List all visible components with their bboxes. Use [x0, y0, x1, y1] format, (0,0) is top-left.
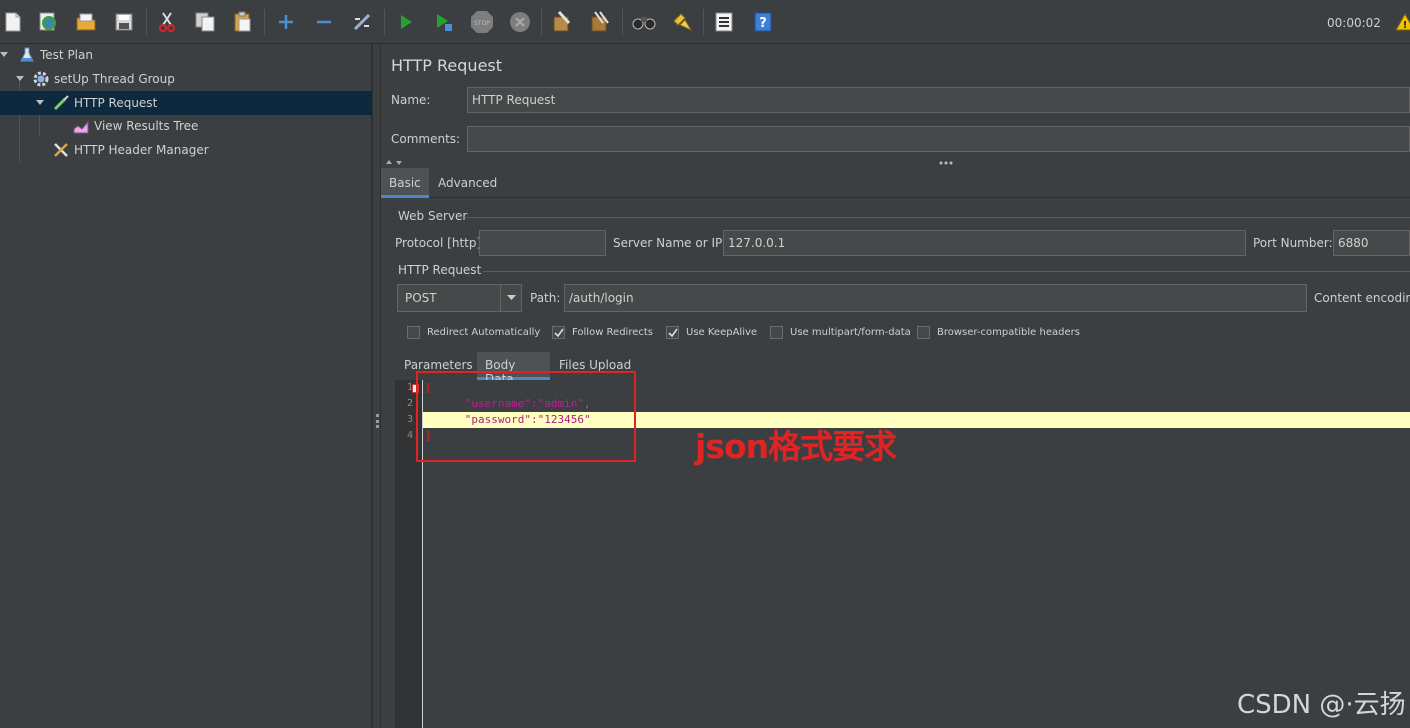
flask-icon	[18, 46, 36, 64]
svg-text:STOP: STOP	[474, 20, 490, 27]
tree-item-label: setUp Thread Group	[54, 72, 175, 86]
test-plan-tree: Test Plan setUp Thread Group HTTP Reques…	[0, 44, 372, 728]
copy-icon[interactable]	[193, 10, 217, 34]
checkbox-box[interactable]	[770, 326, 783, 339]
tree-item-setup-thread-group[interactable]: setUp Thread Group	[0, 68, 372, 90]
comments-field[interactable]	[467, 126, 1410, 152]
checkbox-label: Follow Redirects	[572, 327, 653, 338]
save-icon[interactable]	[112, 10, 136, 34]
server-name-field[interactable]: 127.0.0.1	[723, 230, 1246, 256]
web-server-group-title: Web Server	[398, 209, 468, 223]
new-icon[interactable]	[1, 10, 25, 34]
watermark: CSDN @·云扬·	[1237, 690, 1406, 728]
path-field[interactable]: /auth/login	[564, 284, 1307, 312]
svg-text:?: ?	[759, 16, 767, 31]
port-number-field[interactable]: 6880	[1333, 230, 1410, 256]
stop-icon[interactable]: STOP	[470, 10, 494, 34]
cut-icon[interactable]	[155, 10, 179, 34]
function-helper-icon[interactable]	[712, 10, 736, 34]
redirect-automatically-checkbox[interactable]: Redirect Automatically	[407, 326, 540, 339]
content-encoding-label: Content encoding	[1314, 291, 1410, 305]
chevron-down-icon[interactable]	[500, 284, 522, 312]
path-label: Path:	[530, 291, 561, 305]
server-name-label: Server Name or IP:	[613, 236, 727, 250]
gear-icon	[32, 70, 50, 88]
help-icon[interactable]: ?	[751, 10, 775, 34]
name-label: Name:	[391, 93, 431, 107]
checkbox-box[interactable]	[917, 326, 930, 339]
start-icon[interactable]	[394, 10, 418, 34]
tree-item-label: View Results Tree	[94, 119, 199, 133]
port-number-label: Port Number:	[1253, 236, 1333, 250]
chevron-down-icon[interactable]	[14, 73, 26, 85]
tree-item-test-plan[interactable]: Test Plan	[0, 44, 372, 66]
svg-text:!: !	[1403, 20, 1408, 31]
collapse-icon[interactable]	[312, 10, 336, 34]
tree-item-label: HTTP Request	[74, 96, 158, 110]
shutdown-icon[interactable]	[508, 10, 532, 34]
use-multipart-checkbox[interactable]: Use multipart/form-data	[770, 326, 911, 339]
tree-item-http-request[interactable]: HTTP Request	[0, 91, 372, 115]
name-field[interactable]: HTTP Request	[467, 87, 1410, 113]
warning-icon[interactable]: !	[1393, 10, 1410, 34]
tree-item-view-results-tree[interactable]: View Results Tree	[0, 115, 372, 137]
checkbox-label: Use KeepAlive	[686, 327, 758, 338]
start-no-pauses-icon[interactable]	[432, 10, 456, 34]
protocol-field[interactable]	[479, 230, 606, 256]
checkmark-icon[interactable]	[666, 326, 679, 339]
tree-item-label: HTTP Header Manager	[74, 143, 209, 157]
browser-compatible-headers-checkbox[interactable]: Browser-compatible headers	[917, 326, 1080, 339]
chevron-down-icon[interactable]	[34, 97, 46, 109]
checkmark-icon[interactable]	[552, 326, 565, 339]
request-tabs: Basic Advanced	[381, 168, 1410, 198]
page-title: HTTP Request	[391, 56, 503, 75]
section-collapse-bar[interactable]	[381, 158, 1410, 168]
tree-item-label: Test Plan	[40, 48, 93, 62]
templates-icon[interactable]	[36, 10, 60, 34]
toggle-icon[interactable]	[350, 10, 374, 34]
reset-search-icon[interactable]	[670, 10, 694, 34]
line-number: 4	[406, 430, 413, 441]
tab-basic[interactable]: Basic	[381, 168, 429, 198]
checkbox-label: Browser-compatible headers	[937, 327, 1080, 338]
checkbox-label: Use multipart/form-data	[790, 327, 911, 338]
checkbox-box[interactable]	[407, 326, 420, 339]
panel-splitter[interactable]	[372, 44, 381, 728]
clear-icon[interactable]	[550, 10, 574, 34]
toolbar: STOP ? 00:00:02 !	[0, 0, 1410, 44]
clear-all-icon[interactable]	[588, 10, 612, 34]
protocol-label: Protocol [http]:	[395, 236, 486, 250]
search-icon[interactable]	[632, 10, 656, 34]
elapsed-timer: 00:00:02	[1327, 16, 1381, 30]
pipette-icon	[52, 94, 70, 112]
annotation-box	[416, 371, 636, 462]
tab-advanced[interactable]: Advanced	[430, 168, 505, 198]
follow-redirects-checkbox[interactable]: Follow Redirects	[552, 326, 653, 339]
comments-label: Comments:	[391, 132, 461, 146]
http-request-group-title: HTTP Request	[398, 263, 482, 277]
use-keepalive-checkbox[interactable]: Use KeepAlive	[666, 326, 757, 339]
chart-icon	[72, 117, 90, 135]
method-select[interactable]: POST	[397, 284, 501, 312]
annotation-text: json格式要求	[695, 427, 897, 466]
tree-item-http-header-manager[interactable]: HTTP Header Manager	[0, 139, 372, 161]
expand-icon[interactable]	[274, 10, 298, 34]
paste-icon[interactable]	[231, 10, 255, 34]
chevron-down-icon[interactable]	[0, 49, 10, 61]
line-number: 3	[406, 414, 413, 425]
open-icon[interactable]	[74, 10, 98, 34]
line-number: 2	[406, 398, 413, 409]
wrench-icon	[52, 141, 70, 159]
checkbox-label: Redirect Automatically	[427, 327, 541, 338]
